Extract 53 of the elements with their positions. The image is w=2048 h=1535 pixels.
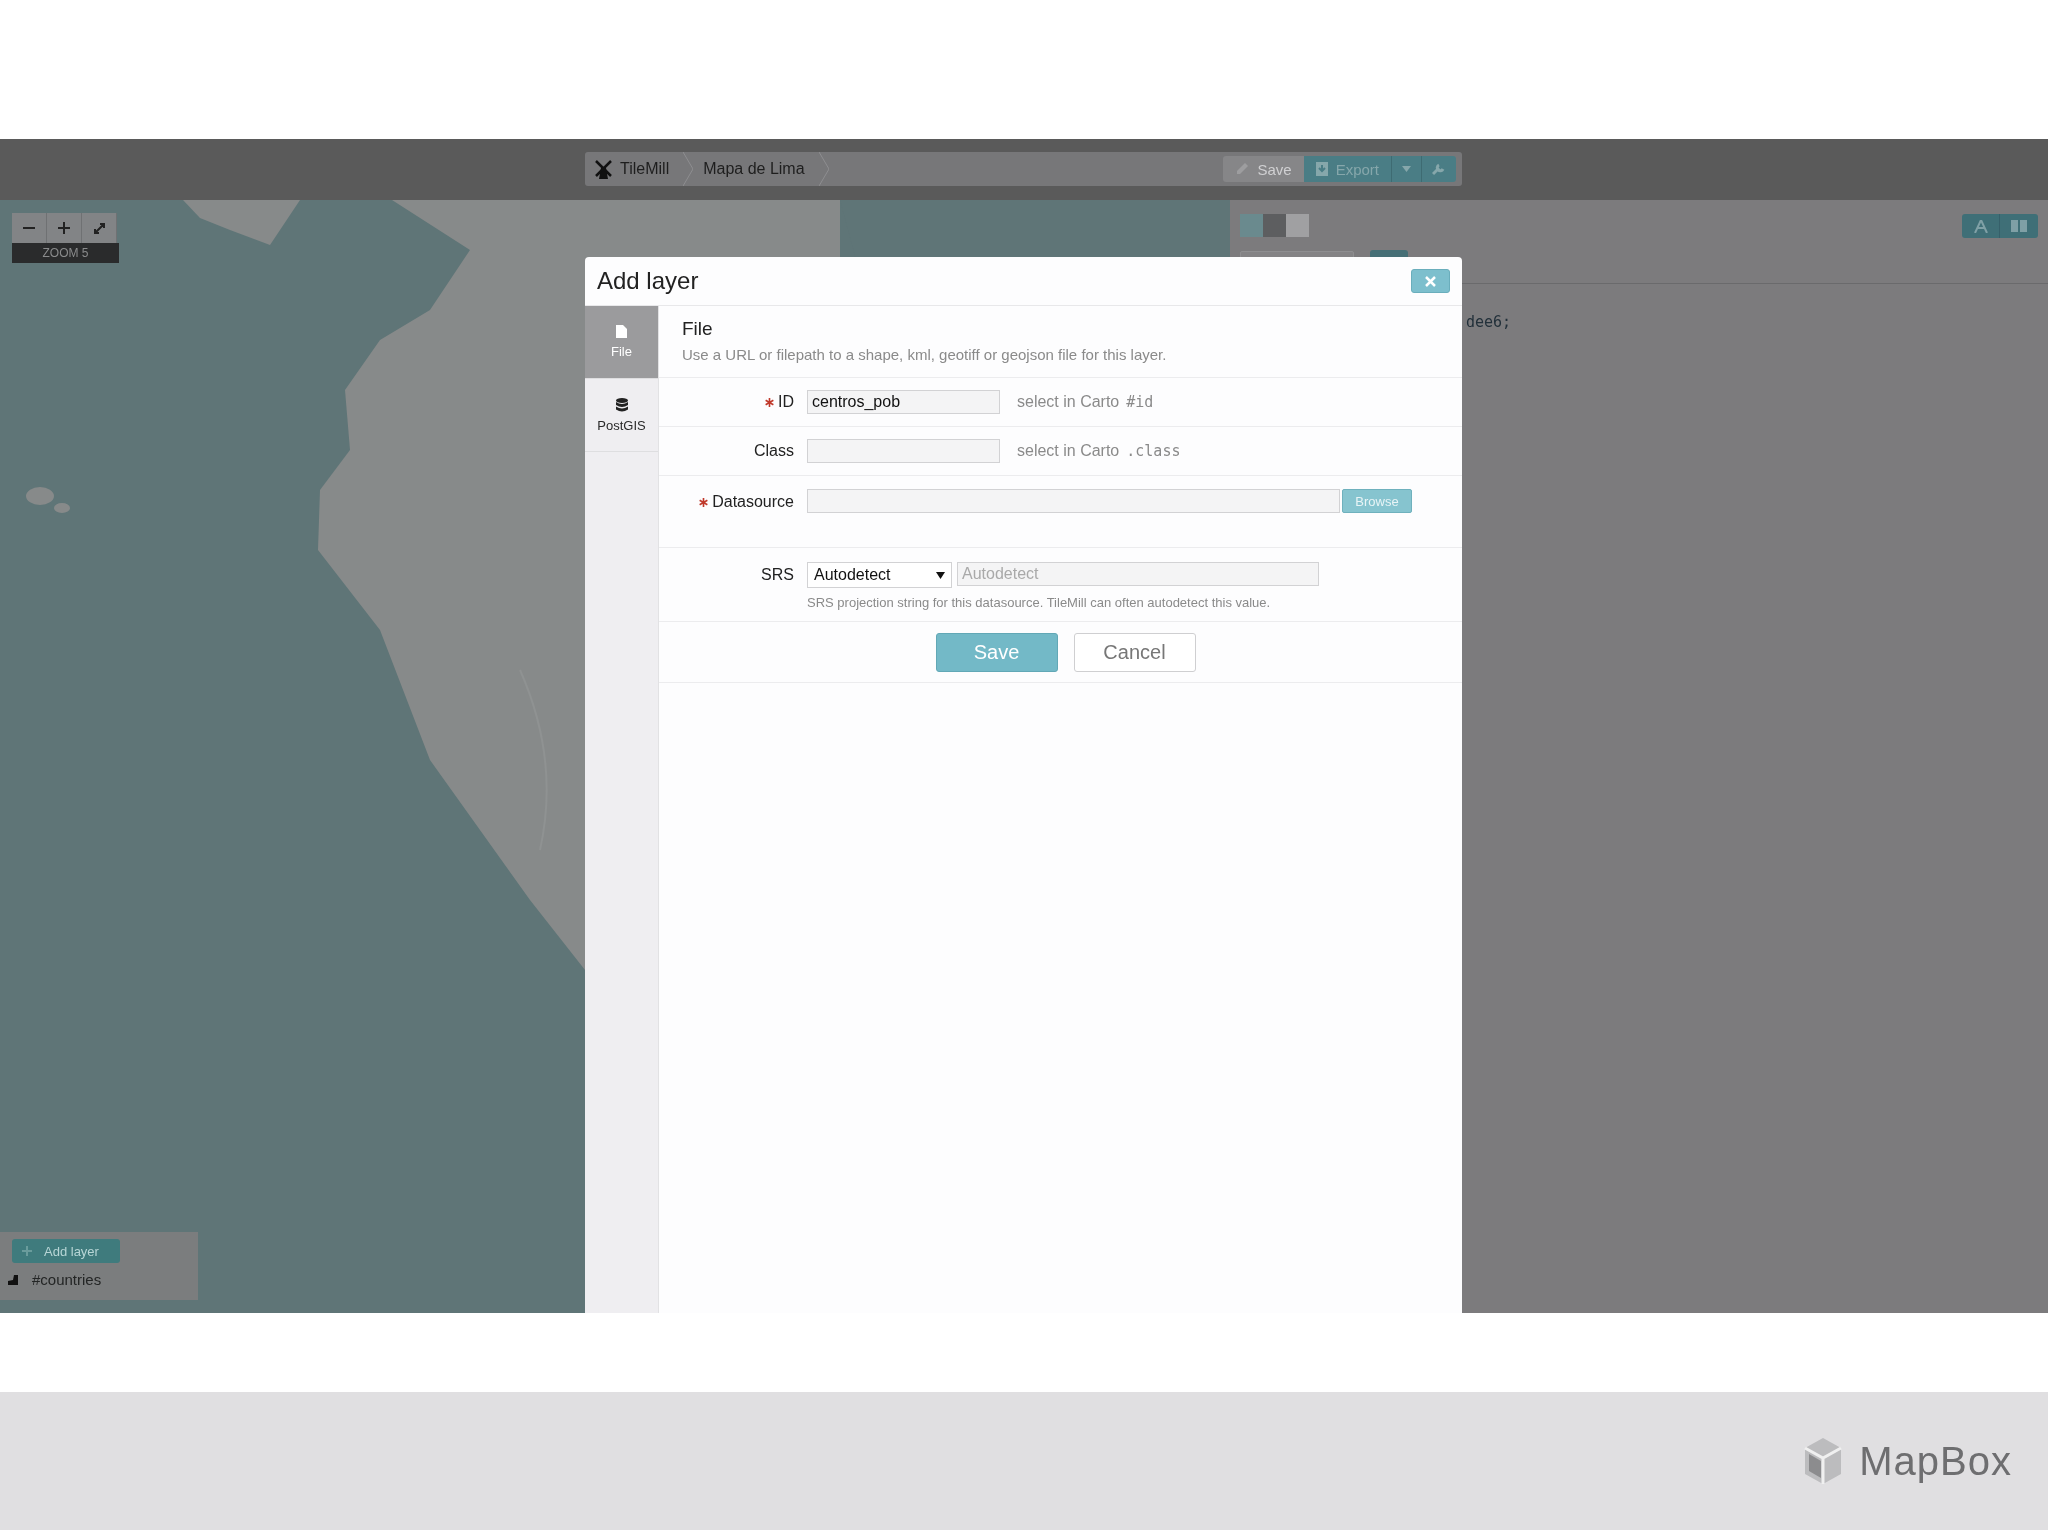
book-icon — [2011, 220, 2027, 232]
zoom-out-button[interactable] — [12, 213, 47, 243]
close-icon — [1425, 275, 1436, 287]
text-field[interactable]: centros_pob — [807, 390, 1000, 414]
add-layer-button[interactable]: Add layer — [12, 1239, 120, 1263]
plus-icon — [22, 1246, 32, 1256]
code-line: dee6; — [1465, 312, 1513, 331]
docs-button[interactable] — [2000, 214, 2038, 238]
font-button[interactable] — [1962, 214, 2000, 238]
section-description: Use a URL or filepath to a shape, kml, geotiff or geojson file for this layer. — [682, 346, 1168, 363]
srs-select[interactable]: Autodetect — [807, 562, 952, 588]
field-label: Class — [754, 442, 794, 460]
field-label: ID — [778, 393, 794, 411]
srs-field[interactable]: Autodetect — [957, 562, 1319, 586]
color-swatches[interactable] — [1240, 214, 1309, 237]
minus-icon — [23, 227, 35, 229]
fullscreen-button[interactable] — [82, 213, 117, 243]
dialog-title: Add layer — [597, 267, 699, 295]
source-tab[interactable]: File — [585, 306, 658, 379]
section-heading: File — [682, 318, 714, 340]
hint-code: .class — [1126, 442, 1181, 460]
field-label: SRS — [761, 566, 794, 584]
expand-icon — [92, 221, 106, 235]
cancel-button[interactable]: Cancel — [1073, 633, 1196, 672]
breadcrumb[interactable]: Mapa de Lima — [693, 152, 819, 186]
download-icon — [1315, 162, 1328, 176]
database-icon — [615, 397, 628, 412]
dropdown-button[interactable] — [1391, 156, 1421, 182]
settings-button[interactable] — [1421, 156, 1456, 182]
breadcrumb-separator-icon — [818, 152, 829, 186]
hint-text: select in Carto — [1017, 442, 1120, 460]
hint-text: select in Carto — [1017, 393, 1120, 411]
polygon-layer-icon — [8, 1274, 18, 1285]
letter-icon — [1973, 219, 1988, 233]
breadcrumb[interactable]: TileMill — [585, 152, 684, 186]
plus-icon — [58, 222, 70, 234]
field-label: Datasource — [712, 493, 794, 511]
breadcrumb-separator-icon — [683, 152, 694, 186]
wrench-icon — [1432, 162, 1446, 176]
layer-name[interactable]: #countries — [32, 1271, 102, 1288]
zoom-level: ZOOM 5 — [12, 243, 119, 263]
zoom-in-button[interactable] — [47, 213, 82, 243]
text-field[interactable] — [807, 439, 1000, 463]
brand-name: MapBox — [1859, 1438, 2012, 1484]
hint-code: #id — [1126, 393, 1154, 411]
windmill-icon — [595, 159, 612, 179]
caret-icon — [1402, 166, 1411, 172]
datasource-field[interactable] — [807, 489, 1340, 513]
help-text: SRS projection string for this datasource. TileMill can often autodetect this value. — [807, 595, 1272, 610]
caret-icon — [936, 571, 945, 579]
save-button[interactable]: Save — [935, 633, 1058, 672]
close-button[interactable] — [1411, 269, 1450, 293]
document-icon — [616, 325, 627, 338]
